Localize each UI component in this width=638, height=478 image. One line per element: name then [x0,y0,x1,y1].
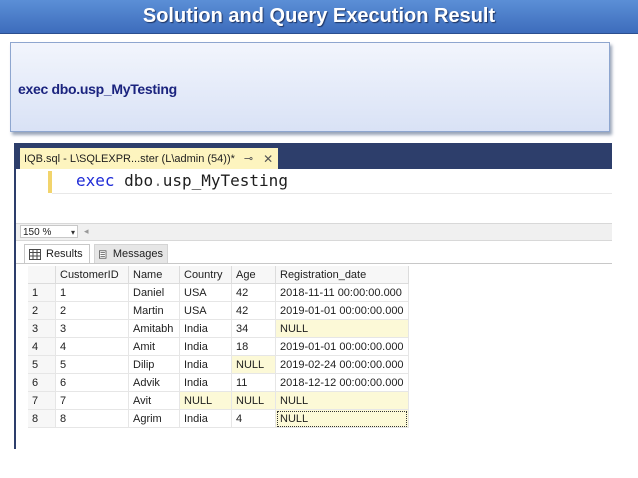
grid-icon [29,248,41,260]
grid-cell[interactable]: India [179,373,232,392]
row-number[interactable]: 3 [28,319,56,338]
table-row[interactable]: 3 3 Amitabh India 34 NULL [28,319,409,338]
change-marker [48,171,52,193]
editor-current-line [52,193,612,194]
ssms-window: IQB.sql - L\SQLEXPR...ster (L\admin (54)… [14,143,612,449]
sql-schema: dbo [124,171,154,190]
grid-cell[interactable]: India [179,355,232,374]
tab-query-file[interactable]: IQB.sql - L\SQLEXPR...ster (L\admin (54)… [20,148,278,169]
grid-cell[interactable]: 11 [231,373,276,392]
grid-cell[interactable]: 2018-12-12 00:00:00.000 [275,373,409,392]
messages-icon [99,249,107,259]
grid-cell[interactable]: USA [179,283,232,302]
grid-cell[interactable]: 6 [55,373,129,392]
grid-cell[interactable]: NULL [179,391,232,410]
slide-title-bar: Solution and Query Execution Result [0,0,638,34]
grid-header-row: CustomerID Name Country Age Registration… [28,266,409,284]
column-header-country[interactable]: Country [179,266,232,284]
sql-keyword: exec [76,171,115,190]
grid-cell[interactable]: 4 [231,409,276,428]
slide-title: Solution and Query Execution Result [142,5,496,27]
chevron-down-icon: ▾ [70,228,75,237]
solution-text: exec dbo.usp_MyTesting [18,81,177,97]
grid-cell[interactable]: Avit [128,391,180,410]
column-header-customerid[interactable]: CustomerID [55,266,129,284]
grid-cell[interactable]: 2018-11-11 00:00:00.000 [275,283,409,302]
grid-cell[interactable]: 3 [55,319,129,338]
row-number[interactable]: 4 [28,337,56,356]
results-grid-area: CustomerID Name Country Age Registration… [16,263,612,449]
grid-cell[interactable]: NULL [275,319,409,338]
row-number[interactable]: 7 [28,391,56,410]
editor-line-1[interactable]: exec dbo.usp_MyTesting [76,171,288,190]
grid-cell[interactable]: Martin [128,301,180,320]
grid-cell[interactable]: 4 [55,337,129,356]
table-row[interactable]: 8 8 Agrim India 4 NULL [28,409,409,428]
grid-cell[interactable]: 34 [231,319,276,338]
row-number[interactable]: 8 [28,409,56,428]
grid-cell[interactable]: 2019-01-01 00:00:00.000 [275,337,409,356]
row-number[interactable]: 1 [28,283,56,302]
grid-cell[interactable]: USA [179,301,232,320]
table-row[interactable]: 5 5 Dilip India NULL 2019-02-24 00:00:00.000 [28,355,409,374]
grid-cell[interactable]: Daniel [128,283,180,302]
row-number[interactable]: 6 [28,373,56,392]
sql-dot: . [153,171,163,190]
grid-cell[interactable]: 5 [55,355,129,374]
grid-cell[interactable]: NULL [275,391,409,410]
grid-cell[interactable]: Agrim [128,409,180,428]
grid-cell[interactable]: 7 [55,391,129,410]
sql-procedure: usp_MyTesting [162,171,288,190]
row-number[interactable]: 2 [28,301,56,320]
grid-cell[interactable]: 8 [55,409,129,428]
close-icon[interactable]: ✕ [263,152,273,166]
grid-cell[interactable]: 18 [231,337,276,356]
table-row[interactable]: 6 6 Advik India 11 2018-12-12 00:00:00.000 [28,373,409,392]
table-row[interactable]: 1 1 Daniel USA 42 2018-11-11 00:00:00.000 [28,283,409,302]
column-header-name[interactable]: Name [128,266,180,284]
table-row[interactable]: 7 7 Avit NULL NULL NULL [28,391,409,410]
results-tabstrip: Results Messages [16,241,612,263]
table-row[interactable]: 4 4 Amit India 18 2019-01-01 00:00:00.000 [28,337,409,356]
grid-cell[interactable]: 2 [55,301,129,320]
results-grid: CustomerID Name Country Age Registration… [28,266,409,428]
zoom-value: 150 % [23,227,52,238]
zoom-bar: 150 % ▾ ◂ [16,223,612,241]
grid-cell[interactable]: Advik [128,373,180,392]
grid-cell[interactable]: 42 [231,301,276,320]
query-editor[interactable]: exec dbo.usp_MyTesting [16,169,612,223]
tab-messages[interactable]: Messages [94,244,168,263]
document-tabstrip: IQB.sql - L\SQLEXPR...ster (L\admin (54)… [16,143,612,169]
grid-cell[interactable]: India [179,409,232,428]
row-number[interactable]: 5 [28,355,56,374]
tab-messages-label: Messages [112,248,163,260]
grid-cell[interactable]: NULL [231,391,276,410]
table-row[interactable]: 2 2 Martin USA 42 2019-01-01 00:00:00.000 [28,301,409,320]
grid-cell[interactable]: India [179,337,232,356]
grid-cell[interactable]: Dilip [128,355,180,374]
grid-cell[interactable]: India [179,319,232,338]
grid-cell[interactable]: NULL [275,409,409,428]
grid-body: 1 1 Daniel USA 42 2018-11-11 00:00:00.000 2 2 Ma… [28,283,409,428]
scroll-left-icon[interactable]: ◂ [84,226,89,237]
tab-results-label: Results [46,248,83,260]
column-header-age[interactable]: Age [231,266,276,284]
column-header-registration-date[interactable]: Registration_date [275,266,409,284]
grid-cell[interactable]: 42 [231,283,276,302]
grid-corner[interactable] [28,266,56,284]
tab-title: IQB.sql - L\SQLEXPR...ster (L\admin (54)… [24,152,235,165]
solution-box: exec dbo.usp_MyTesting [10,42,610,132]
grid-cell[interactable]: Amitabh [128,319,180,338]
grid-cell[interactable]: 2019-02-24 00:00:00.000 [275,355,409,374]
grid-cell[interactable]: NULL [231,355,276,374]
grid-cell[interactable]: 1 [55,283,129,302]
grid-cell[interactable]: 2019-01-01 00:00:00.000 [275,301,409,320]
pin-icon[interactable]: ⊸ [244,152,253,165]
tab-results[interactable]: Results [24,244,90,263]
grid-cell[interactable]: Amit [128,337,180,356]
zoom-dropdown[interactable]: 150 % ▾ [20,225,78,238]
